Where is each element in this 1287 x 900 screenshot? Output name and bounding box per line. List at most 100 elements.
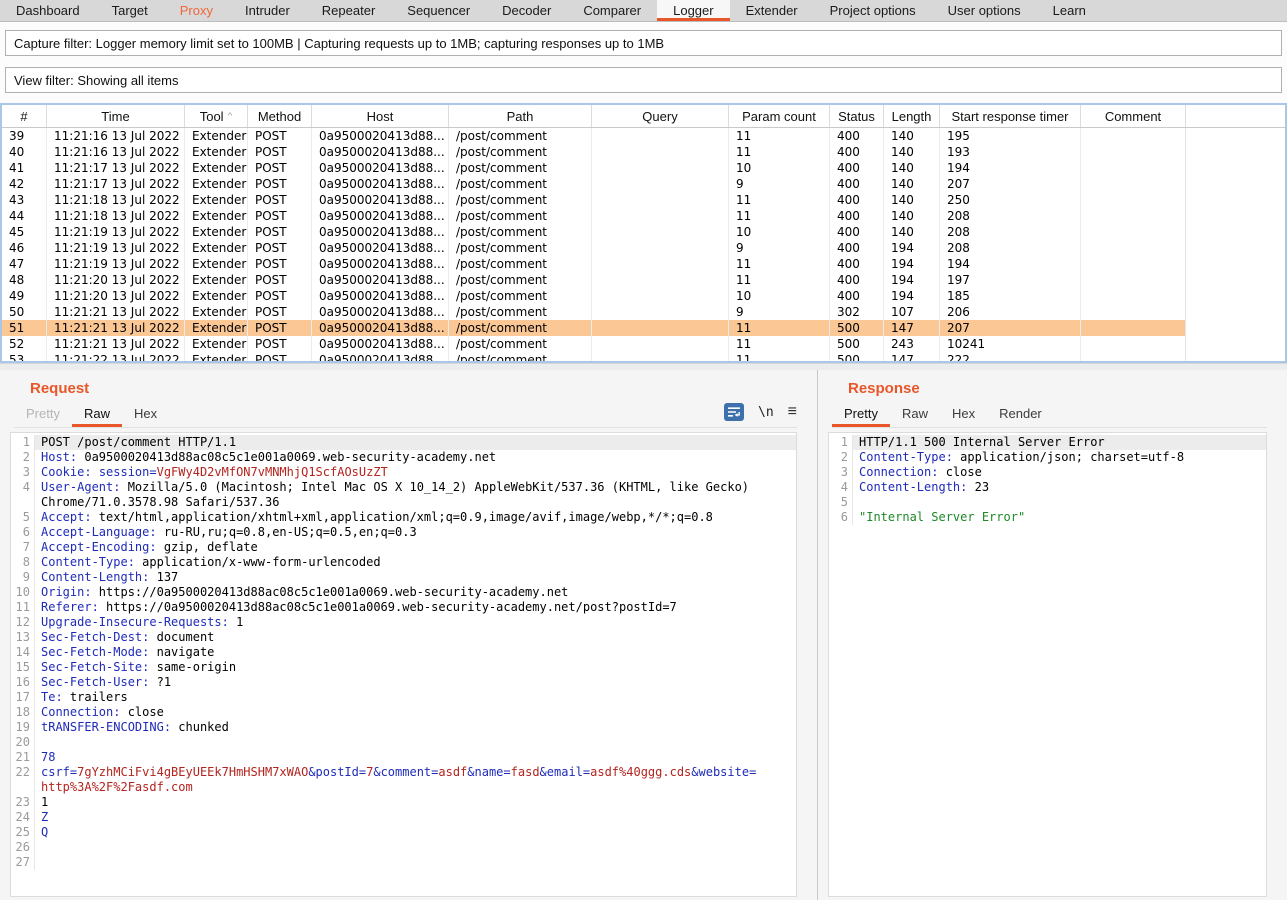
line-text: Origin: https://0a9500020413d88ac08c5c1e…	[35, 585, 796, 600]
main-tab-project-options[interactable]: Project options	[814, 0, 932, 21]
line-number: 7	[11, 540, 35, 555]
cell-tool: Extender	[185, 144, 248, 160]
cell-comment	[1081, 144, 1186, 160]
column-header-path[interactable]: Path	[449, 105, 592, 127]
cell-path: /post/comment	[449, 208, 592, 224]
response-tab-hex[interactable]: Hex	[940, 402, 987, 427]
main-tab-learn[interactable]: Learn	[1037, 0, 1102, 21]
main-tab-logger[interactable]: Logger	[657, 0, 729, 21]
cell-status: 400	[830, 176, 884, 192]
request-editor[interactable]: 1POST /post/comment HTTP/1.12Host: 0a950…	[10, 432, 797, 897]
capture-filter-bar[interactable]: Capture filter: Logger memory limit set …	[5, 30, 1282, 56]
cell-timer: 195	[940, 128, 1081, 144]
view-filter-bar[interactable]: View filter: Showing all items	[5, 67, 1282, 93]
column-header-param-count[interactable]: Param count	[729, 105, 830, 127]
main-tab-user-options[interactable]: User options	[932, 0, 1037, 21]
line-text: Sec-Fetch-Site: same-origin	[35, 660, 796, 675]
cell-status: 500	[830, 352, 884, 361]
cell-num: 43	[2, 192, 47, 208]
response-tab-render[interactable]: Render	[987, 402, 1054, 427]
cell-host: 0a9500020413d88...	[312, 240, 449, 256]
editor-line: 12Upgrade-Insecure-Requests: 1	[11, 615, 796, 630]
request-tab-pretty[interactable]: Pretty	[14, 402, 72, 427]
cell-comment	[1081, 176, 1186, 192]
table-row[interactable]: 4611:21:19 13 Jul 2022ExtenderPOST0a9500…	[2, 240, 1285, 256]
cell-timer: 250	[940, 192, 1081, 208]
response-tab-pretty[interactable]: Pretty	[832, 402, 890, 427]
main-tab-extender[interactable]: Extender	[730, 0, 814, 21]
main-tabbar: DashboardTargetProxyIntruderRepeaterSequ…	[0, 0, 1287, 22]
request-tab-hex[interactable]: Hex	[122, 402, 169, 427]
column-header-host[interactable]: Host	[312, 105, 449, 127]
sort-ascending-icon: ^	[228, 112, 233, 121]
horizontal-splitter[interactable]	[0, 363, 1287, 370]
main-tab-sequencer[interactable]: Sequencer	[391, 0, 486, 21]
cell-host: 0a9500020413d88...	[312, 192, 449, 208]
cell-tool: Extender	[185, 256, 248, 272]
cell-method: POST	[248, 144, 312, 160]
line-text: Sec-Fetch-User: ?1	[35, 675, 796, 690]
cell-length: 194	[884, 288, 940, 304]
table-row[interactable]: 4011:21:16 13 Jul 2022ExtenderPOST0a9500…	[2, 144, 1285, 160]
column-header-status[interactable]: Status	[830, 105, 884, 127]
column-header-length[interactable]: Length	[884, 105, 940, 127]
cell-num: 53	[2, 352, 47, 361]
response-editor[interactable]: 1HTTP/1.1 500 Internal Server Error2Cont…	[828, 432, 1267, 897]
table-row[interactable]: 5011:21:21 13 Jul 2022ExtenderPOST0a9500…	[2, 304, 1285, 320]
table-row[interactable]: 4111:21:17 13 Jul 2022ExtenderPOST0a9500…	[2, 160, 1285, 176]
table-row[interactable]: 4811:21:20 13 Jul 2022ExtenderPOST0a9500…	[2, 272, 1285, 288]
column-header-tool[interactable]: Tool^	[185, 105, 248, 127]
table-row[interactable]: 5211:21:21 13 Jul 2022ExtenderPOST0a9500…	[2, 336, 1285, 352]
cell-status: 400	[830, 144, 884, 160]
cell-tool: Extender	[185, 128, 248, 144]
cell-num: 41	[2, 160, 47, 176]
table-row[interactable]: 5111:21:21 13 Jul 2022ExtenderPOST0a9500…	[2, 320, 1285, 336]
response-tab-raw[interactable]: Raw	[890, 402, 940, 427]
request-title: Request	[30, 380, 817, 400]
table-row[interactable]: 4211:21:17 13 Jul 2022ExtenderPOST0a9500…	[2, 176, 1285, 192]
column-header-query[interactable]: Query	[592, 105, 729, 127]
column-header-comment[interactable]: Comment	[1081, 105, 1186, 127]
cell-params: 10	[729, 160, 830, 176]
cell-timer: 197	[940, 272, 1081, 288]
table-row[interactable]: 4911:21:20 13 Jul 2022ExtenderPOST0a9500…	[2, 288, 1285, 304]
request-tab-raw[interactable]: Raw	[72, 402, 122, 427]
editor-menu-icon[interactable]: ≡	[788, 403, 797, 421]
cell-path: /post/comment	[449, 304, 592, 320]
main-tab-target[interactable]: Target	[96, 0, 164, 21]
table-row[interactable]: 3911:21:16 13 Jul 2022ExtenderPOST0a9500…	[2, 128, 1285, 144]
cell-query	[592, 288, 729, 304]
cell-host: 0a9500020413d88...	[312, 272, 449, 288]
column-header-start-response-timer[interactable]: Start response timer	[940, 105, 1081, 127]
table-row[interactable]: 4511:21:19 13 Jul 2022ExtenderPOST0a9500…	[2, 224, 1285, 240]
burp-logger-window: DashboardTargetProxyIntruderRepeaterSequ…	[0, 0, 1287, 900]
cell-num: 45	[2, 224, 47, 240]
column-header-method[interactable]: Method	[248, 105, 312, 127]
cell-length: 140	[884, 176, 940, 192]
column-header-time[interactable]: Time	[47, 105, 185, 127]
table-row[interactable]: 4311:21:18 13 Jul 2022ExtenderPOST0a9500…	[2, 192, 1285, 208]
main-tab-comparer[interactable]: Comparer	[567, 0, 657, 21]
main-tab-repeater[interactable]: Repeater	[306, 0, 391, 21]
editor-line: 24Z	[11, 810, 796, 825]
cell-timer: 193	[940, 144, 1081, 160]
line-number: 6	[829, 510, 853, 525]
table-row[interactable]: 5311:21:22 13 Jul 2022ExtenderPOST0a9500…	[2, 352, 1285, 361]
newline-icon[interactable]: \n	[758, 405, 774, 420]
line-number: 16	[11, 675, 35, 690]
table-row[interactable]: 4411:21:18 13 Jul 2022ExtenderPOST0a9500…	[2, 208, 1285, 224]
main-tab-decoder[interactable]: Decoder	[486, 0, 567, 21]
row-filler	[1185, 224, 1285, 240]
table-row[interactable]: 4711:21:19 13 Jul 2022ExtenderPOST0a9500…	[2, 256, 1285, 272]
cell-tool: Extender	[185, 320, 248, 336]
row-filler	[1185, 208, 1285, 224]
main-tab-intruder[interactable]: Intruder	[229, 0, 306, 21]
cell-method: POST	[248, 304, 312, 320]
soft-wrap-icon[interactable]	[724, 403, 744, 421]
column-header-number[interactable]: #	[2, 105, 47, 127]
cell-method: POST	[248, 160, 312, 176]
cell-timer: 207	[940, 320, 1081, 336]
editor-line: 231	[11, 795, 796, 810]
main-tab-dashboard[interactable]: Dashboard	[0, 0, 96, 21]
main-tab-proxy[interactable]: Proxy	[164, 0, 229, 21]
